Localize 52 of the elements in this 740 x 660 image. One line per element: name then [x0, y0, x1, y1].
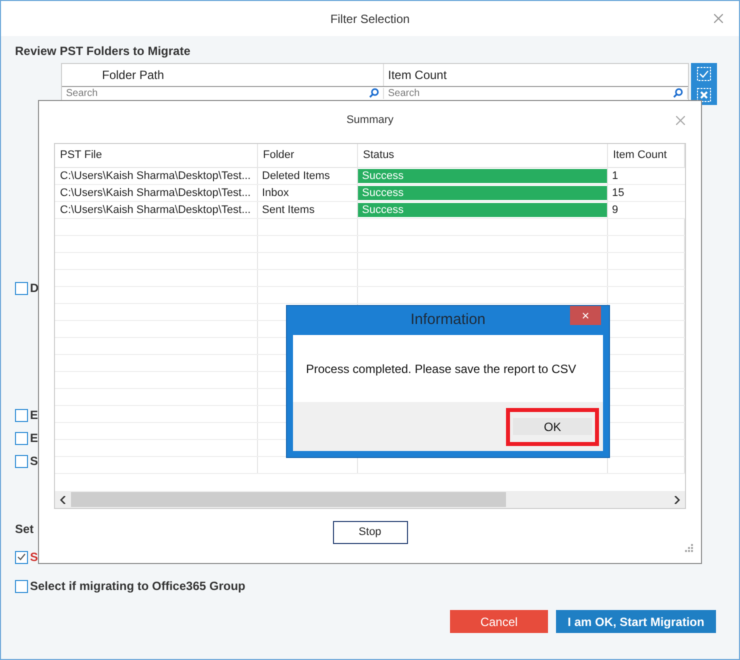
table-cell-text: 1 [611, 168, 620, 184]
status-cell: Success [358, 169, 607, 183]
dialog-title: Information [410, 310, 486, 330]
option-label: E [30, 407, 38, 424]
option-label: D [30, 280, 39, 297]
checkbox[interactable] [15, 454, 28, 468]
column-header[interactable]: Folder [258, 144, 358, 167]
cancel-button[interactable]: Cancel [450, 610, 548, 633]
column-header[interactable]: Folder Path [62, 64, 384, 86]
option-label: Select if migrating to Office365 Group [30, 578, 246, 595]
table-cell: C:\Users\Kaish Sharma\Desktop\Test... [55, 168, 258, 184]
column-header[interactable]: Item Count [608, 144, 685, 167]
table-cell: C:\Users\Kaish Sharma\Desktop\Test... [55, 185, 258, 201]
dialog-message: Process completed. Please save the report to CSV [306, 360, 576, 378]
checkbox[interactable] [15, 408, 28, 422]
close-icon[interactable] [714, 14, 723, 23]
close-button[interactable]: × [570, 306, 601, 325]
option-label: S [30, 549, 38, 566]
ok-button[interactable]: OK [513, 418, 592, 435]
check-icon [17, 553, 26, 561]
checkbox[interactable] [15, 550, 28, 564]
deselect-all-icon[interactable] [697, 88, 711, 102]
column-header[interactable]: Status [358, 144, 608, 167]
status-cell: Success [358, 203, 607, 217]
checkbox[interactable] [15, 580, 28, 592]
start-migration-button[interactable]: I am OK, Start Migration [556, 610, 716, 633]
section-title: Review PST Folders to Migrate [15, 43, 192, 60]
set-label: Set [15, 521, 34, 538]
table-cell-text: 9 [611, 202, 620, 218]
search-icon [673, 88, 683, 98]
search-field[interactable]: Search [388, 88, 673, 99]
select-all-icon[interactable] [697, 66, 711, 80]
search-field[interactable]: Search [66, 88, 369, 99]
resize-grip-icon[interactable] [685, 544, 693, 552]
scroll-right-icon[interactable] [674, 496, 680, 504]
option-label: E [30, 430, 38, 447]
window-title: Filter Selection [330, 10, 410, 28]
checkbox[interactable] [15, 432, 28, 444]
horizontal-scrollbar[interactable] [55, 491, 685, 508]
stop-button[interactable]: Stop [332, 521, 408, 544]
checkbox[interactable] [15, 282, 28, 294]
column-header[interactable]: PST File [55, 144, 258, 167]
dialog-title: Summary [346, 112, 394, 128]
status-cell: Success [358, 186, 607, 200]
close-icon[interactable] [676, 116, 685, 125]
table-cell: C:\Users\Kaish Sharma\Desktop\Test... [55, 202, 258, 218]
scrollbar-thumb[interactable] [71, 492, 506, 507]
option-label: S [30, 453, 38, 470]
column-header[interactable]: Item Count [384, 64, 688, 86]
table-cell-text: 15 [611, 186, 626, 201]
scroll-left-icon[interactable] [60, 496, 66, 504]
search-icon [369, 88, 379, 98]
